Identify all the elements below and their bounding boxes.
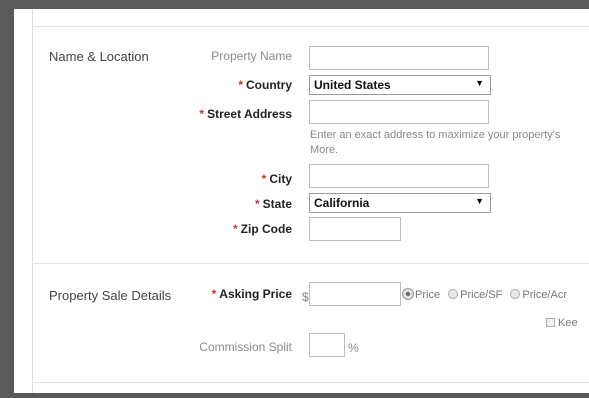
checkbox-icon bbox=[546, 318, 555, 327]
asking-price-label: * Asking Price bbox=[212, 287, 292, 301]
state-select-value: California bbox=[314, 196, 370, 210]
state-select[interactable]: California ▼ bbox=[309, 193, 491, 213]
section-divider bbox=[32, 263, 589, 264]
required-marker: * bbox=[211, 287, 217, 301]
required-marker: * bbox=[254, 197, 260, 211]
property-name-label: Property Name bbox=[211, 49, 292, 63]
property-name-input[interactable] bbox=[309, 46, 489, 70]
commission-split-label: Commission Split bbox=[199, 340, 292, 354]
price-type-radio-group: Price Price/SF Price/Acr bbox=[403, 289, 567, 301]
city-input[interactable] bbox=[309, 164, 489, 188]
country-select-value: United States bbox=[314, 78, 391, 92]
radio-price-acre[interactable]: Price/Acr bbox=[510, 289, 567, 301]
required-marker: * bbox=[199, 107, 205, 121]
city-label: * City bbox=[262, 172, 292, 186]
country-label: * Country bbox=[238, 78, 292, 92]
radio-price[interactable]: Price bbox=[403, 289, 440, 301]
bottom-divider bbox=[32, 382, 589, 383]
section-title-name-location: Name & Location bbox=[49, 49, 149, 64]
required-marker: * bbox=[238, 78, 243, 92]
currency-symbol: $ bbox=[302, 290, 309, 304]
zip-code-label-text: Zip Code bbox=[240, 222, 292, 236]
radio-unselected-icon bbox=[448, 289, 459, 299]
keep-checkbox[interactable]: Kee bbox=[546, 317, 578, 329]
commission-split-input[interactable] bbox=[309, 333, 345, 357]
left-border bbox=[32, 9, 33, 393]
asking-price-input[interactable] bbox=[309, 282, 401, 306]
required-marker: * bbox=[261, 172, 267, 186]
radio-selected-icon bbox=[403, 289, 413, 299]
city-label-text: City bbox=[269, 172, 292, 186]
radio-price-sf-label: Price/SF bbox=[460, 289, 503, 301]
street-help-line1: Enter an exact address to maximize your … bbox=[310, 129, 561, 141]
street-address-help: Enter an exact address to maximize your … bbox=[310, 128, 560, 158]
percent-symbol: % bbox=[348, 341, 359, 355]
radio-price-acre-label: Price/Acr bbox=[522, 289, 567, 301]
keep-checkbox-label: Kee bbox=[558, 317, 578, 329]
radio-price-label: Price bbox=[415, 289, 441, 301]
street-address-label: * Street Address bbox=[199, 107, 292, 121]
radio-price-sf[interactable]: Price/SF bbox=[448, 289, 502, 301]
state-label-text: State bbox=[262, 197, 292, 211]
street-address-label-text: Street Address bbox=[207, 107, 292, 121]
zip-code-label: * Zip Code bbox=[233, 222, 292, 236]
street-address-input[interactable] bbox=[309, 100, 489, 124]
country-label-text: Country bbox=[246, 78, 292, 92]
form-panel: Name & Location Property Name * Country U… bbox=[14, 9, 589, 393]
section-title-sale-details: Property Sale Details bbox=[49, 288, 172, 303]
state-label: * State bbox=[255, 197, 292, 211]
top-divider bbox=[32, 26, 589, 27]
required-marker: * bbox=[233, 222, 238, 236]
zip-code-input[interactable] bbox=[309, 217, 401, 241]
street-help-more-link[interactable]: More. bbox=[310, 143, 560, 158]
chevron-down-icon: ▼ bbox=[475, 196, 484, 206]
asking-price-label-text: Asking Price bbox=[219, 287, 292, 301]
chevron-down-icon: ▼ bbox=[475, 78, 484, 88]
country-select[interactable]: United States ▼ bbox=[309, 75, 491, 95]
radio-unselected-icon bbox=[510, 289, 521, 299]
